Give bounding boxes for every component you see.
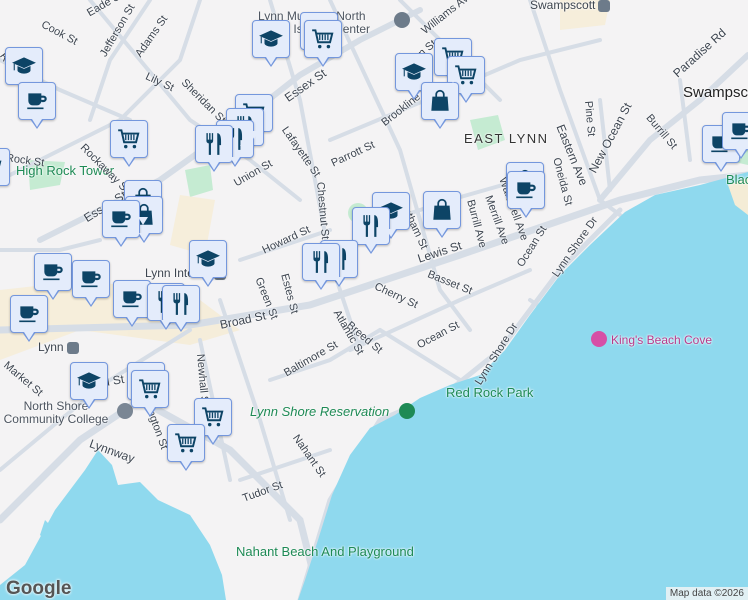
marker-cafe[interactable] <box>722 112 748 159</box>
map-attribution[interactable]: Map data ©2026 <box>665 587 748 600</box>
education-icon <box>258 26 284 52</box>
label-nahant-beach[interactable]: Nahant Beach And Playground <box>236 545 414 559</box>
marker-grocery[interactable] <box>0 148 10 186</box>
grocery-icon <box>173 430 199 456</box>
marker-cafe[interactable] <box>34 253 72 300</box>
kings-beach-icon <box>591 331 607 347</box>
park-icon <box>399 403 415 419</box>
shopping-icon <box>427 88 453 114</box>
marker-education[interactable] <box>70 362 108 409</box>
cafe-icon <box>40 259 66 285</box>
grocery-icon <box>116 126 142 152</box>
cafe-icon <box>119 286 145 312</box>
cafe-icon <box>16 301 42 327</box>
label-swampscott-station: Swampscott <box>530 0 611 12</box>
label-east-lynn: EAST LYNN <box>464 131 549 146</box>
google-logo: Google <box>6 578 72 599</box>
marker-restaurant[interactable] <box>352 207 390 254</box>
restaurant-icon <box>308 249 334 275</box>
marker-education[interactable] <box>5 47 43 94</box>
label-swampscott: Swampscott <box>683 84 748 101</box>
restaurant-icon <box>358 213 384 239</box>
education-icon <box>11 53 37 79</box>
marker-shopping[interactable] <box>423 191 461 238</box>
cafe-icon <box>728 118 748 144</box>
cafe-icon <box>108 206 134 232</box>
label-kings-beach-cove[interactable]: King's Beach Cove <box>611 333 712 347</box>
marker-cafe[interactable] <box>113 280 151 327</box>
shopping-icon <box>429 197 455 223</box>
marker-restaurant[interactable] <box>302 243 340 290</box>
marker-cafe[interactable] <box>102 200 140 247</box>
museum-icon <box>394 12 410 28</box>
marker-shopping[interactable] <box>421 82 459 129</box>
label-red-rock-park[interactable]: Red Rock Park <box>446 386 533 400</box>
restaurant-icon <box>168 291 194 317</box>
train-station-icon <box>598 0 611 12</box>
marker-cafe[interactable] <box>10 295 48 342</box>
marker-education[interactable] <box>189 240 227 287</box>
label-blacks-will[interactable]: Black Will's Cliff <box>726 173 748 187</box>
marker-restaurant[interactable] <box>162 285 200 332</box>
education-icon <box>401 59 427 85</box>
marker-grocery[interactable] <box>110 120 148 167</box>
marker-grocery[interactable] <box>167 424 205 471</box>
restaurant-icon <box>201 131 227 157</box>
cafe-icon <box>78 266 104 292</box>
marker-restaurant[interactable] <box>195 125 233 172</box>
marker-cafe[interactable] <box>72 260 110 307</box>
education-icon <box>76 368 102 394</box>
grocery-icon <box>0 154 4 180</box>
education-icon <box>195 246 221 272</box>
label-lynn-shore-reservation[interactable]: Lynn Shore Reservation <box>250 405 389 419</box>
train-station-icon <box>66 341 79 354</box>
marker-education[interactable] <box>252 20 290 67</box>
label-lynn-station[interactable]: Lynn <box>38 340 79 354</box>
